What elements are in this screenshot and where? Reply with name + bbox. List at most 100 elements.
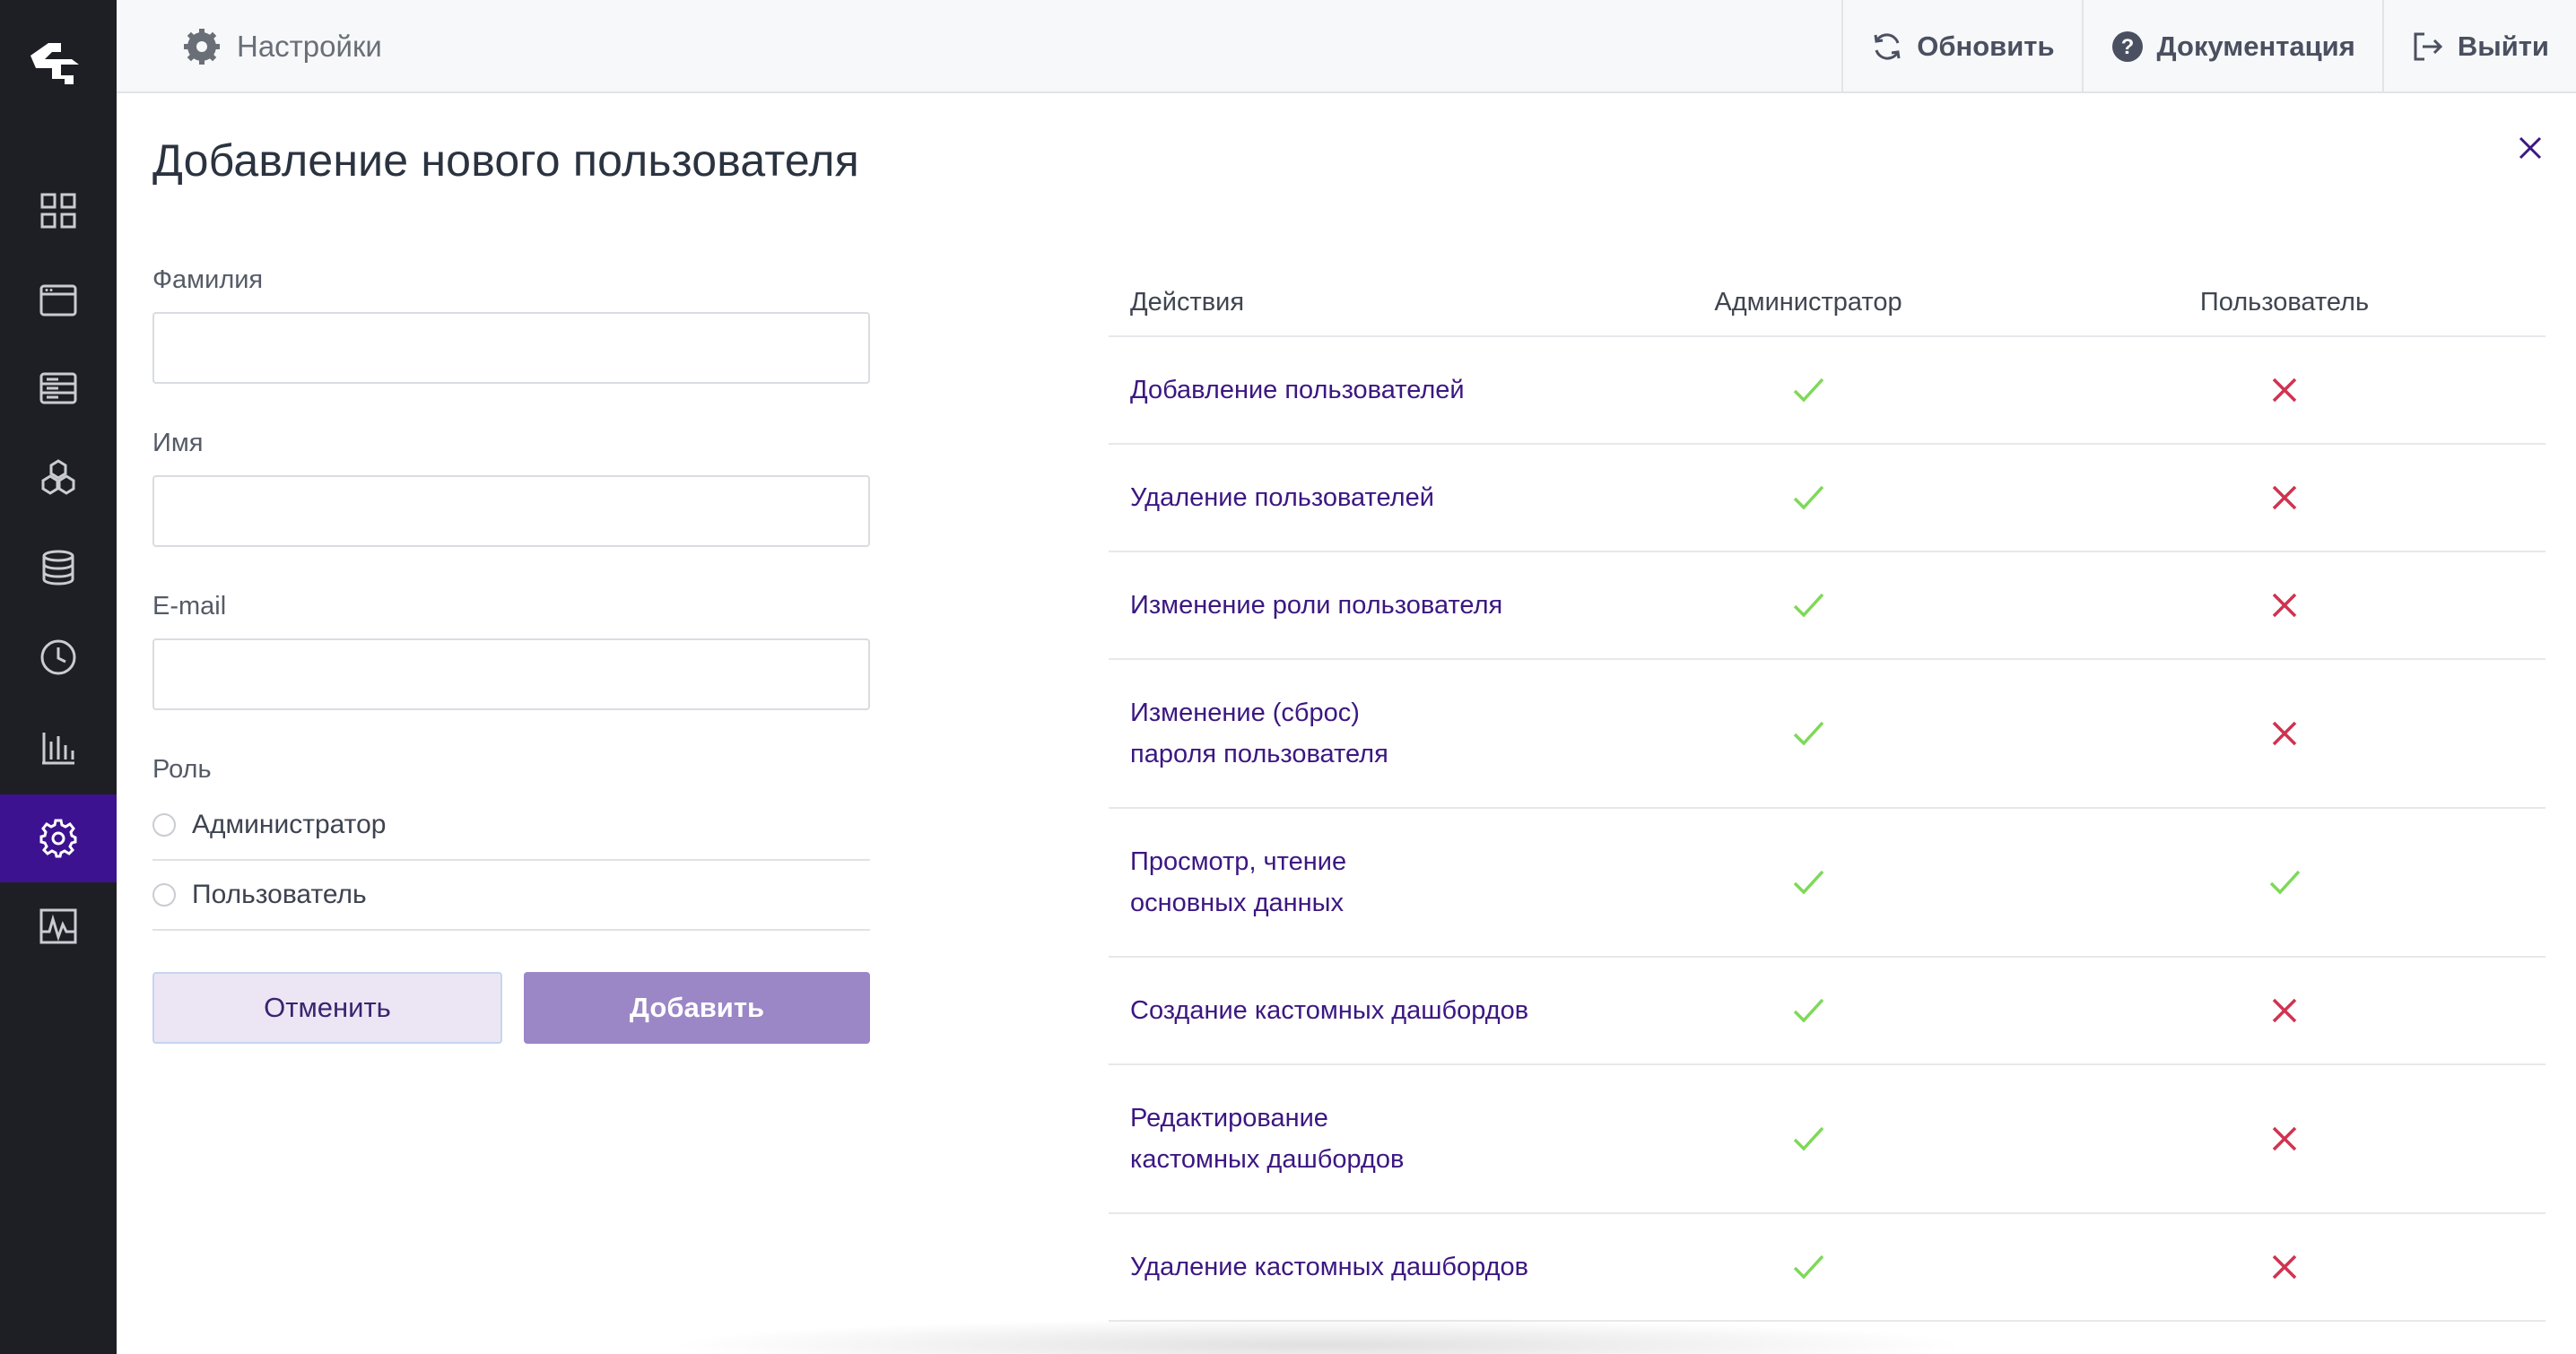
sidebar-item-monitoring[interactable]: [0, 882, 117, 970]
check-icon: [1793, 1126, 1824, 1151]
refresh-label: Обновить: [1917, 30, 2055, 62]
table-body: Добавление пользователей Удаление пользов…: [1109, 337, 2546, 1322]
admin-permission: [1575, 586, 2041, 624]
admin-permission: [1575, 1248, 2041, 1286]
first-name-label: Имя: [152, 429, 204, 457]
user-permission: [2041, 479, 2528, 516]
app-logo-icon[interactable]: [25, 36, 88, 93]
admin-permission: [1575, 715, 2041, 752]
page-title: Добавление нового пользователя: [152, 135, 859, 186]
sidebar-item-servers[interactable]: [0, 344, 117, 432]
permissions-table: Действия Администратор Пользователь Доба…: [1109, 269, 2546, 1322]
table-row: Изменение (сброс) пароля пользователя: [1109, 660, 2546, 809]
top-actions: Обновить ? Документация Выйти: [1841, 0, 2576, 93]
close-button[interactable]: [2510, 127, 2551, 169]
last-name-label: Фамилия: [152, 265, 264, 294]
user-permission: [2041, 371, 2528, 409]
permission-action: Просмотр, чтение основных данных: [1130, 847, 1347, 917]
hexagons-icon: [41, 459, 75, 495]
documentation-label: Документация: [2156, 30, 2355, 62]
permission-action: Изменение роли пользователя: [1130, 591, 1503, 620]
refresh-icon: [1874, 33, 1901, 60]
sidebar-item-statistics[interactable]: [0, 703, 117, 791]
bar-chart-icon: [42, 733, 74, 765]
cross-icon: [2272, 721, 2297, 746]
table-header: Действия Администратор Пользователь: [1109, 269, 2546, 337]
sidebar-item-clusters[interactable]: [0, 434, 117, 522]
gear-icon: [184, 29, 220, 65]
last-name-field[interactable]: [152, 312, 870, 384]
svg-text:?: ?: [2120, 35, 2134, 59]
cancel-button[interactable]: Отменить: [152, 972, 502, 1044]
top-bar: Настройки Обновить ? Документация Выйти: [117, 0, 2576, 93]
activity-icon: [39, 908, 77, 944]
permission-action: Изменение (сброс) пароля пользователя: [1130, 699, 1388, 768]
sidebar-item-history[interactable]: [0, 613, 117, 701]
bottom-shadow: [664, 1318, 1973, 1354]
admin-permission: [1575, 479, 2041, 516]
table-row: Редактирование кастомных дашбордов: [1109, 1065, 2546, 1214]
role-option-admin[interactable]: Администратор: [152, 791, 870, 861]
check-icon: [2269, 870, 2301, 895]
user-permission: [2041, 1248, 2528, 1286]
sidebar-item-windows[interactable]: [0, 256, 117, 344]
admin-permission: [1575, 1120, 2041, 1158]
role-label: Роль: [152, 755, 212, 784]
refresh-button[interactable]: Обновить: [1841, 0, 2081, 93]
cross-icon: [2272, 1254, 2297, 1280]
help-icon: ?: [2111, 31, 2143, 62]
user-permission: [2041, 864, 2528, 901]
permission-action: Создание кастомных дашбордов: [1130, 996, 1529, 1025]
table-row: Добавление пользователей: [1109, 337, 2546, 445]
breadcrumb-label: Настройки: [237, 30, 382, 63]
check-icon: [1793, 378, 1824, 403]
user-permission: [2041, 1120, 2528, 1158]
user-permission: [2041, 586, 2528, 624]
server-list-icon: [39, 372, 77, 404]
sidebar-item-dashboard[interactable]: [0, 167, 117, 255]
add-button[interactable]: Добавить: [524, 972, 870, 1044]
user-permission: [2041, 715, 2528, 752]
admin-radio[interactable]: [152, 813, 176, 837]
role-option-user-label: Пользователь: [192, 880, 367, 909]
table-row: Создание кастомных дашбордов: [1109, 958, 2546, 1065]
header-user: Пользователь: [2199, 287, 2370, 317]
check-icon: [1793, 998, 1824, 1023]
email-field[interactable]: [152, 638, 870, 710]
add-user-form: Фамилия Имя E-mail Роль Администратор По…: [152, 265, 870, 1044]
cross-icon: [2272, 378, 2297, 403]
table-row: Просмотр, чтение основных данных: [1109, 809, 2546, 958]
grid-icon: [40, 193, 76, 229]
header-admin: Администратор: [1714, 287, 1902, 317]
first-name-field[interactable]: [152, 475, 870, 547]
header-actions: Действия: [1130, 287, 1245, 317]
cross-icon: [2272, 593, 2297, 618]
cross-icon: [2272, 485, 2297, 510]
admin-permission: [1575, 371, 2041, 409]
breadcrumb: Настройки: [183, 0, 382, 93]
logout-button[interactable]: Выйти: [2381, 0, 2576, 93]
check-icon: [1793, 721, 1824, 746]
close-icon: [2519, 136, 2542, 160]
user-permission: [2041, 992, 2528, 1029]
admin-permission: [1575, 864, 2041, 901]
gear-icon: [39, 819, 77, 858]
form-buttons: Отменить Добавить: [152, 972, 870, 1044]
cross-icon: [2272, 1126, 2297, 1151]
check-icon: [1793, 1254, 1824, 1280]
role-option-admin-label: Администратор: [192, 810, 387, 839]
sidebar: [0, 0, 117, 1354]
user-radio[interactable]: [152, 883, 176, 907]
table-row: Удаление пользователей: [1109, 445, 2546, 552]
logout-label: Выйти: [2457, 30, 2549, 62]
permission-action: Редактирование кастомных дашбордов: [1130, 1104, 1405, 1174]
sidebar-item-settings[interactable]: [0, 794, 117, 882]
table-row: Изменение роли пользователя: [1109, 552, 2546, 660]
sidebar-item-database[interactable]: [0, 524, 117, 612]
role-option-user[interactable]: Пользователь: [152, 861, 870, 931]
permission-action: Удаление пользователей: [1130, 483, 1434, 512]
documentation-button[interactable]: ? Документация: [2081, 0, 2382, 93]
check-icon: [1793, 485, 1824, 510]
email-label: E-mail: [152, 592, 227, 621]
admin-permission: [1575, 992, 2041, 1029]
